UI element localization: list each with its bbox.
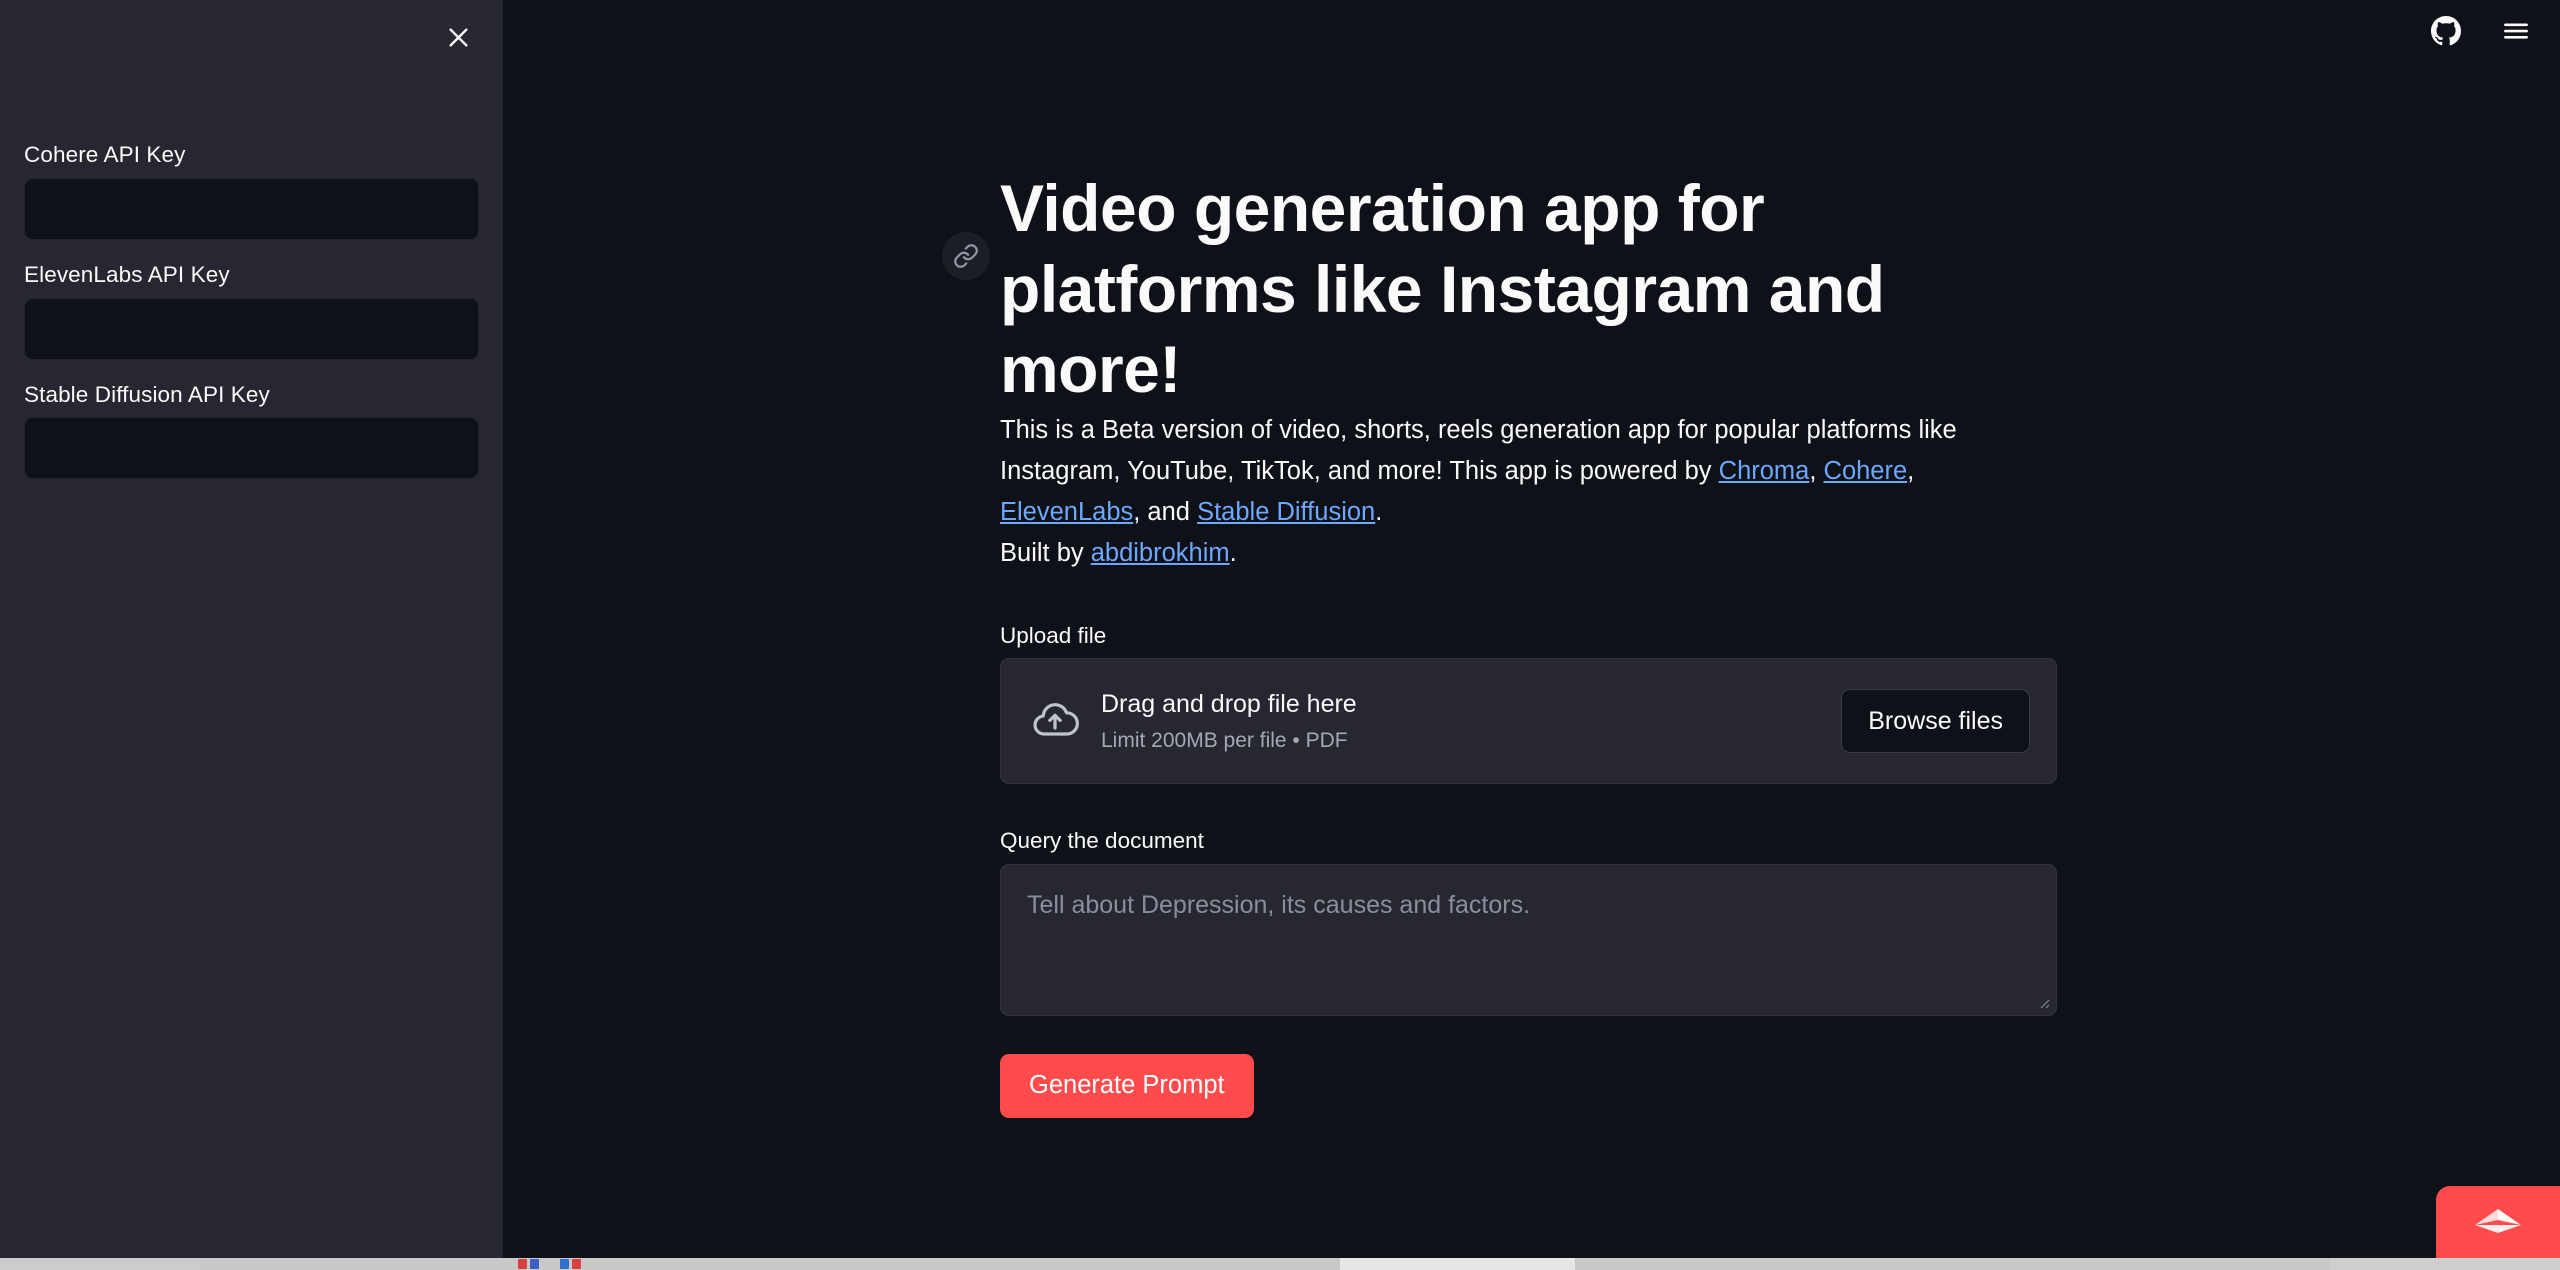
query-textarea[interactable]	[1000, 864, 2057, 1017]
sidebar: Cohere API Key ElevenLabs API Key Stable…	[0, 0, 503, 1258]
taskbar-icon-1[interactable]	[518, 1259, 527, 1269]
link-elevenlabs[interactable]: ElevenLabs	[1000, 498, 1133, 526]
sidebar-fields: Cohere API Key ElevenLabs API Key Stable…	[24, 138, 479, 493]
query-section: Query the document	[1000, 824, 2057, 1017]
browse-files-button[interactable]: Browse files	[1841, 689, 2030, 754]
generate-button-row: Generate Prompt	[1000, 1054, 2057, 1119]
top-right-toolbar	[2424, 0, 2560, 62]
hamburger-menu-icon[interactable]	[2494, 9, 2538, 53]
stable-diffusion-api-key-label: Stable Diffusion API Key	[24, 381, 270, 407]
elevenlabs-api-key-label: ElevenLabs API Key	[24, 261, 230, 287]
heading-anchor-link-icon[interactable]	[942, 232, 990, 280]
taskbar-icon-3[interactable]	[560, 1259, 569, 1269]
cohere-api-key-input[interactable]	[24, 177, 479, 240]
link-chroma[interactable]: Chroma	[1719, 457, 1810, 485]
stable-diffusion-api-key-input[interactable]	[24, 417, 479, 480]
uploader-text-block: Drag and drop file here Limit 200MB per …	[1101, 688, 1841, 756]
file-uploader-dropzone[interactable]: Drag and drop file here Limit 200MB per …	[1000, 658, 2057, 785]
built-by-prefix: Built by	[1000, 539, 1091, 568]
page-title: Video generation app for platforms like …	[1000, 171, 1885, 407]
intro-text-end: .	[1375, 498, 1383, 527]
upload-file-label: Upload file	[1000, 622, 1107, 648]
query-document-label: Query the document	[1000, 828, 1204, 854]
link-author-abdibrokhim[interactable]: abdibrokhim	[1091, 539, 1230, 567]
taskbar-segment-active	[1340, 1258, 1575, 1270]
github-icon[interactable]	[2424, 9, 2468, 53]
app-root: Video generation app for platforms like …	[0, 0, 2560, 1270]
cloud-upload-icon	[1031, 697, 1079, 745]
built-by-paragraph: Built by abdibrokhim.	[1000, 533, 2057, 574]
built-by-end: .	[1229, 539, 1237, 568]
manage-app-badge[interactable]	[2436, 1186, 2560, 1258]
intro-sep-3: , and	[1133, 498, 1198, 527]
link-cohere[interactable]: Cohere	[1824, 457, 1908, 485]
os-taskbar	[0, 1258, 2560, 1270]
main-block-container: Video generation app for platforms like …	[942, 0, 2057, 1119]
streamlit-logo-icon	[2475, 1209, 2521, 1233]
main-content-area: Video generation app for platforms like …	[503, 0, 2560, 1270]
cohere-api-key-label: Cohere API Key	[24, 142, 186, 167]
field-elevenlabs-api-key: ElevenLabs API Key	[24, 258, 479, 360]
drag-drop-title: Drag and drop file here	[1101, 689, 1357, 718]
taskbar-segment-right	[2330, 1258, 2560, 1270]
link-stable-diffusion[interactable]: Stable Diffusion	[1197, 498, 1375, 526]
file-uploader-section: Upload file Drag and drop file here Limi…	[1000, 619, 2057, 785]
upload-limit-text: Limit 200MB per file • PDF	[1101, 729, 1348, 753]
query-textarea-wrapper	[1000, 864, 2057, 1017]
intro-sep-1: ,	[1809, 456, 1824, 485]
taskbar-icon-4[interactable]	[572, 1259, 581, 1269]
taskbar-icon-2[interactable]	[530, 1259, 539, 1269]
intro-paragraph: This is a Beta version of video, shorts,…	[1000, 410, 2057, 534]
heading-section: Video generation app for platforms like …	[942, 0, 2057, 410]
close-icon[interactable]	[435, 14, 481, 60]
generate-prompt-button[interactable]: Generate Prompt	[1000, 1054, 1254, 1119]
field-stable-diffusion-api-key: Stable Diffusion API Key	[24, 378, 479, 480]
intro-sep-2: ,	[1907, 456, 1915, 485]
field-cohere-api-key: Cohere API Key	[24, 138, 479, 240]
elevenlabs-api-key-input[interactable]	[24, 297, 479, 360]
taskbar-segment-left	[0, 1258, 200, 1270]
